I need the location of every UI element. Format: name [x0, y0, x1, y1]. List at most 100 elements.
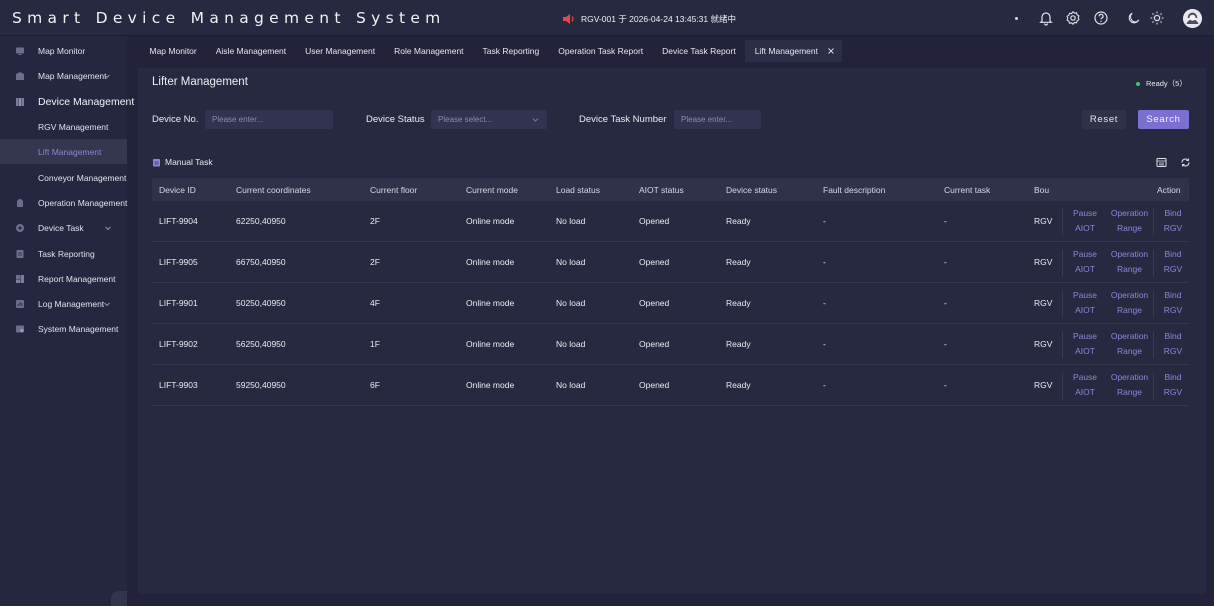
tab-map-monitor[interactable]: Map Monitor [140, 40, 206, 62]
col-aiot-status: AIOT status [639, 185, 684, 195]
top-header: Smart Device Management System RGV-001 于… [0, 0, 1214, 36]
column-settings-icon[interactable] [1156, 157, 1167, 168]
operation-range-button[interactable]: Operation Range [1107, 288, 1152, 318]
col-device-id: Device ID [159, 185, 196, 195]
cell-device-id: LIFT-9905 [159, 257, 198, 267]
cell-fault: - [823, 339, 826, 349]
help-icon[interactable] [1093, 10, 1109, 26]
sidebar-item-map-monitor[interactable]: Map Monitor [0, 38, 127, 63]
col-bound: Bou [1034, 185, 1050, 195]
sidebar-item-label: Device Management [38, 95, 135, 108]
alert-message[interactable]: RGV-001 于 2026-04-24 13:45:31 就绪中 [562, 11, 736, 27]
cell-fault: - [823, 257, 826, 267]
bind-rgv-button[interactable]: Bind RGV [1158, 329, 1188, 359]
speaker-icon [563, 14, 574, 24]
cell-bound: RGV [1034, 339, 1053, 349]
status-badge: Ready（5） [1136, 78, 1187, 89]
operation-range-button[interactable]: Operation Range [1107, 247, 1152, 277]
sidebar-item-device-management[interactable]: Device Management [0, 89, 134, 114]
status-badge-text: Ready（5） [1146, 79, 1187, 88]
sidebar-item-report-management[interactable]: Report Management [0, 266, 127, 291]
table-header: Device ID Current coordinates Current fl… [152, 178, 1189, 201]
cell-status: Ready [726, 216, 751, 226]
action-line: Operation [1110, 249, 1149, 259]
sidebar-item-device-task[interactable]: Device Task [0, 215, 127, 240]
sun-icon[interactable] [1149, 10, 1165, 26]
tab-aisle-management[interactable]: Aisle Management [206, 40, 295, 62]
search-button[interactable]: Search [1138, 110, 1189, 129]
pause-aiot-button[interactable]: Pause AIOT [1066, 247, 1104, 277]
bind-rgv-button[interactable]: Bind RGV [1158, 370, 1188, 400]
cell-floor: 6F [370, 380, 380, 390]
operation-range-button[interactable]: Operation Range [1107, 329, 1152, 359]
cell-floor: 4F [370, 298, 380, 308]
cell-mode: Online mode [466, 380, 515, 390]
operation-range-button[interactable]: Operation Range [1107, 370, 1152, 400]
sidebar-item-rgv-management[interactable]: RGV Management [0, 114, 127, 139]
action-line: Pause [1072, 372, 1098, 382]
chart-icon [16, 274, 24, 283]
action-divider [1153, 373, 1154, 399]
sidebar-item-conveyor-management[interactable]: Conveyor Management [0, 165, 127, 190]
moon-icon[interactable] [1127, 11, 1141, 25]
bind-rgv-button[interactable]: Bind RGV [1158, 288, 1188, 318]
avatar[interactable] [1183, 9, 1202, 28]
action-divider [1062, 209, 1063, 235]
system-icon [16, 325, 24, 332]
clipboard-icon [153, 158, 160, 166]
device-no-input[interactable]: Please enter... [205, 110, 333, 129]
device-status-placeholder: Please select... [438, 115, 493, 124]
bind-rgv-button[interactable]: Bind RGV [1158, 247, 1188, 277]
operation-range-button[interactable]: Operation Range [1107, 206, 1152, 236]
tab-device-task-report[interactable]: Device Task Report [653, 40, 746, 62]
cell-bound: RGV [1034, 298, 1053, 308]
task-number-input[interactable]: Please enter... [674, 110, 761, 129]
tab-operation-task-report[interactable]: Operation Task Report [549, 40, 653, 62]
action-divider [1062, 332, 1063, 358]
pause-aiot-button[interactable]: Pause AIOT [1066, 329, 1104, 359]
pause-aiot-button[interactable]: Pause AIOT [1066, 370, 1104, 400]
tab-role-management[interactable]: Role Management [385, 40, 473, 62]
tab-task-reporting[interactable]: Task Reporting [473, 40, 549, 62]
bell-icon[interactable] [1038, 10, 1054, 26]
bind-rgv-button[interactable]: Bind RGV [1158, 206, 1188, 236]
pause-aiot-button[interactable]: Pause AIOT [1066, 206, 1104, 236]
cell-device-id: LIFT-9902 [159, 339, 198, 349]
manual-task-button[interactable]: Manual Task [152, 157, 213, 167]
device-status-select[interactable]: Please select... [431, 110, 547, 129]
action-divider [1062, 373, 1063, 399]
cell-status: Ready [726, 298, 751, 308]
sidebar-collapse-button[interactable] [111, 591, 127, 606]
theme-toggle[interactable] [1121, 8, 1171, 28]
cell-coordinates: 50250,40950 [236, 298, 286, 308]
report-icon [16, 249, 24, 258]
col-action: Action [1157, 185, 1181, 195]
action-line: Bind [1164, 208, 1182, 218]
refresh-icon[interactable] [1180, 157, 1191, 168]
sidebar-item-operation-management[interactable]: Operation Management [0, 190, 127, 215]
sidebar-item-label: Task Reporting [38, 248, 95, 259]
close-icon[interactable] [827, 47, 835, 55]
pause-aiot-button[interactable]: Pause AIOT [1066, 288, 1104, 318]
sidebar-item-log-management[interactable]: Log Management [0, 291, 127, 316]
cell-task: - [944, 298, 947, 308]
action-line: AIOT [1075, 346, 1095, 356]
reset-button[interactable]: Reset [1082, 110, 1126, 129]
sidebar-item-system-management[interactable]: System Management [0, 316, 127, 341]
action-line: Range [1116, 387, 1143, 397]
tab-lift-management[interactable]: Lift Management [745, 40, 843, 62]
cell-status: Ready [726, 339, 751, 349]
tab-user-management[interactable]: User Management [296, 40, 385, 62]
action-line: RGV [1163, 264, 1183, 274]
monitor-icon [16, 47, 24, 55]
col-fault-description: Fault description [823, 185, 886, 195]
sidebar-item-lift-management[interactable]: Lift Management [0, 139, 127, 164]
chevron-down-icon [105, 226, 111, 230]
col-load-status: Load status [556, 185, 600, 195]
action-line: Operation [1110, 208, 1149, 218]
ready-dot-icon [1136, 81, 1140, 86]
gear-icon[interactable] [1065, 10, 1081, 26]
sidebar-item-task-reporting[interactable]: Task Reporting [0, 241, 127, 266]
sidebar-item-map-management[interactable]: Map Management [0, 63, 127, 88]
chevron-down-icon [104, 302, 110, 306]
